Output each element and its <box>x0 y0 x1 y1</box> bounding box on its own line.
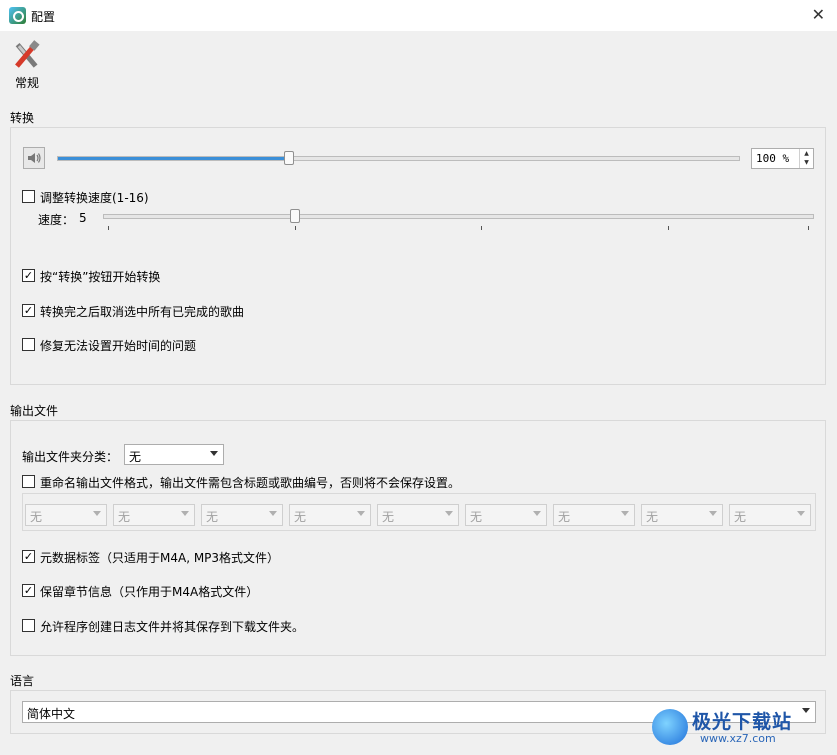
folder-category-value: 无 <box>129 450 142 464</box>
volume-spinbox[interactable]: 100 % ▲ ▼ <box>751 148 814 169</box>
folder-category-label: 输出文件夹分类： <box>22 450 119 464</box>
language-section-label: 语言 <box>10 674 35 688</box>
rename-part-select-1: 无 <box>25 504 107 526</box>
rename-part-select-2: 无 <box>113 504 195 526</box>
general-tab-button[interactable]: 常规 <box>8 36 48 92</box>
speed-tick <box>295 226 296 230</box>
chevron-down-icon <box>621 511 629 516</box>
chevron-down-icon <box>445 511 453 516</box>
adjust-speed-check[interactable] <box>22 190 35 203</box>
speed-tick <box>108 226 109 230</box>
metadata-label: 元数据标签（只适用于M4A, MP3格式文件） <box>40 551 280 565</box>
rename-part-select-7: 无 <box>553 504 635 526</box>
rename-part-value: 无 <box>382 510 395 524</box>
watermark: 极光下载站 www.xz7.com <box>652 705 827 749</box>
rename-part-value: 无 <box>294 510 307 524</box>
speed-slider-track[interactable] <box>103 214 814 219</box>
speed-tick <box>808 226 809 230</box>
chevron-down-icon <box>357 511 365 516</box>
mute-button[interactable] <box>23 147 45 169</box>
chevron-down-icon <box>533 511 541 516</box>
speed-value: 5 <box>79 211 87 225</box>
rename-part-select-9: 无 <box>729 504 811 526</box>
rename-part-value: 无 <box>470 510 483 524</box>
chevron-down-icon <box>210 451 218 456</box>
output-section-label: 输出文件 <box>10 404 59 418</box>
rename-part-value: 无 <box>734 510 747 524</box>
rename-part-select-4: 无 <box>289 504 371 526</box>
rename-check[interactable] <box>22 475 35 488</box>
chevron-down-icon <box>797 511 805 516</box>
rename-part-value: 无 <box>206 510 219 524</box>
log-label: 允许程序创建日志文件并将其保存到下载文件夹。 <box>40 620 305 634</box>
fix-start-time-label: 修复无法设置开始时间的问题 <box>40 339 197 353</box>
volume-slider-fill <box>58 157 291 160</box>
rename-part-value: 无 <box>118 510 131 524</box>
watermark-url: www.xz7.com <box>700 732 776 745</box>
window-title: 配置 <box>31 10 56 24</box>
close-icon[interactable]: ✕ <box>812 5 825 24</box>
start-on-convert-check[interactable]: ✓ <box>22 269 35 282</box>
folder-category-select[interactable]: 无 <box>124 444 224 465</box>
tools-icon <box>15 40 40 68</box>
speed-tick <box>481 226 482 230</box>
speed-slider-thumb[interactable] <box>290 209 300 223</box>
chevron-down-icon <box>269 511 277 516</box>
watermark-logo-icon <box>652 709 688 745</box>
deselect-after-label: 转换完之后取消选中所有已完成的歌曲 <box>40 305 245 319</box>
rename-label: 重命名输出文件格式，输出文件需包含标题或歌曲编号，否则将不会保存设置。 <box>40 476 461 490</box>
fix-start-time-check[interactable] <box>22 338 35 351</box>
rename-part-select-8: 无 <box>641 504 723 526</box>
rename-part-select-6: 无 <box>465 504 547 526</box>
watermark-brand: 极光下载站 <box>692 711 793 733</box>
volume-slider-track[interactable] <box>57 156 740 161</box>
rename-part-select-5: 无 <box>377 504 459 526</box>
speed-label: 速度： <box>38 213 75 227</box>
rename-part-value: 无 <box>30 510 43 524</box>
speaker-icon <box>28 153 41 163</box>
adjust-speed-label: 调整转换速度(1-16) <box>40 191 149 205</box>
conversion-section-label: 转换 <box>10 111 35 125</box>
volume-slider-thumb[interactable] <box>284 151 295 165</box>
general-tab-label: 常规 <box>15 76 40 90</box>
chapters-check[interactable]: ✓ <box>22 584 35 597</box>
title-bar: 配置 ✕ <box>0 0 837 31</box>
spin-arrows[interactable]: ▲ ▼ <box>799 149 813 168</box>
language-value: 简体中文 <box>27 707 76 721</box>
chevron-down-icon <box>93 511 101 516</box>
speed-tick <box>668 226 669 230</box>
volume-value: 100 % <box>756 152 790 165</box>
rename-part-select-3: 无 <box>201 504 283 526</box>
chevron-down-icon <box>181 511 189 516</box>
chapters-label: 保留章节信息（只作用于M4A格式文件） <box>40 585 259 599</box>
rename-part-value: 无 <box>558 510 571 524</box>
log-check[interactable] <box>22 619 35 632</box>
app-icon <box>9 7 26 24</box>
deselect-after-check[interactable]: ✓ <box>22 304 35 317</box>
metadata-check[interactable]: ✓ <box>22 550 35 563</box>
start-on-convert-label: 按“转换”按钮开始转换 <box>40 270 161 284</box>
chevron-down-icon <box>709 511 717 516</box>
rename-part-value: 无 <box>646 510 659 524</box>
